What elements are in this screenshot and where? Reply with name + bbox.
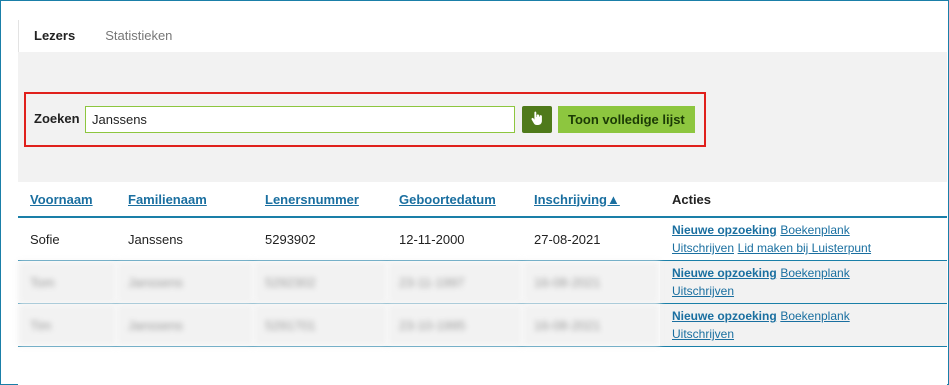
cell-geboortedatum: 23-10-1995 — [387, 303, 522, 347]
cell-geboortedatum: 12-11-2000 — [387, 217, 522, 261]
cell-inschrijving: 16-08-2021 — [522, 303, 660, 347]
tab-lezers[interactable]: Lezers — [18, 20, 91, 52]
hand-pointer-icon — [530, 110, 544, 129]
search-button[interactable] — [522, 106, 552, 133]
table-header-row: Voornaam Familienaam Lenersnummer Geboor… — [18, 182, 947, 218]
col-acties: Acties — [660, 182, 947, 218]
col-lenersnummer-label[interactable]: Lenersnummer — [265, 192, 359, 207]
new-search-link[interactable]: Nieuwe opzoeking — [672, 223, 777, 237]
table-row: Tim Janssens 5291701 23-10-1995 16-08-20… — [18, 303, 947, 347]
bookshelf-link[interactable]: Boekenplank — [780, 266, 849, 280]
cell-voornaam: Tom — [18, 260, 116, 304]
cell-geboortedatum: 23-11-1997 — [387, 260, 522, 304]
readers-table: Voornaam Familienaam Lenersnummer Geboor… — [18, 182, 947, 385]
cell-inschrijving: 27-08-2021 — [522, 217, 660, 261]
new-search-link[interactable]: Nieuwe opzoeking — [672, 309, 777, 323]
col-inschrijving[interactable]: Inschrijving▲ — [522, 182, 660, 218]
cell-lenersnummer: 5293902 — [253, 217, 387, 261]
col-voornaam[interactable]: Voornaam — [18, 182, 116, 218]
cell-voornaam: Sofie — [18, 217, 116, 261]
col-voornaam-label[interactable]: Voornaam — [30, 192, 93, 207]
col-geboortedatum-label[interactable]: Geboortedatum — [399, 192, 496, 207]
col-familienaam[interactable]: Familienaam — [116, 182, 253, 218]
cell-lenersnummer: 5291701 — [253, 303, 387, 347]
table-row: Tom Janssens 5292302 23-11-1997 16-08-20… — [18, 260, 947, 304]
unsubscribe-link[interactable]: Uitschrijven — [672, 284, 734, 298]
table-row: Sofie Janssens 5293902 12-11-2000 27-08-… — [18, 217, 947, 261]
tab-statistieken[interactable]: Statistieken — [90, 20, 187, 52]
col-geboortedatum[interactable]: Geboortedatum — [387, 182, 522, 218]
unsubscribe-link[interactable]: Uitschrijven — [672, 241, 734, 255]
cell-acties: Nieuwe opzoeking Boekenplank Uitschrijve… — [660, 303, 947, 347]
cell-inschrijving: 16-08-2021 — [522, 260, 660, 304]
cell-voornaam: Tim — [18, 303, 116, 347]
cell-lenersnummer: 5292302 — [253, 260, 387, 304]
cell-acties: Nieuwe opzoeking Boekenplank Uitschrijve… — [660, 260, 947, 304]
col-lenersnummer[interactable]: Lenersnummer — [253, 182, 387, 218]
search-label: Zoeken — [34, 111, 80, 126]
tab-bar: Lezers Statistieken — [18, 20, 187, 52]
search-input[interactable] — [85, 106, 515, 133]
new-search-link[interactable]: Nieuwe opzoeking — [672, 266, 777, 280]
bookshelf-link[interactable]: Boekenplank — [780, 223, 849, 237]
cell-acties: Nieuwe opzoeking Boekenplank Uitschrijve… — [660, 217, 947, 261]
col-familienaam-label[interactable]: Familienaam — [128, 192, 207, 207]
bookshelf-link[interactable]: Boekenplank — [780, 309, 849, 323]
search-area: Zoeken Toon volledige lijst — [24, 92, 706, 147]
cell-familienaam: Janssens — [116, 303, 253, 347]
col-inschrijving-label[interactable]: Inschrijving▲ — [534, 192, 620, 207]
unsubscribe-link[interactable]: Uitschrijven — [672, 327, 734, 341]
luisterpunt-link[interactable]: Lid maken bij Luisterpunt — [738, 241, 871, 255]
cell-familienaam: Janssens — [116, 217, 253, 261]
cell-familienaam: Janssens — [116, 260, 253, 304]
show-full-list-button[interactable]: Toon volledige lijst — [558, 106, 695, 133]
